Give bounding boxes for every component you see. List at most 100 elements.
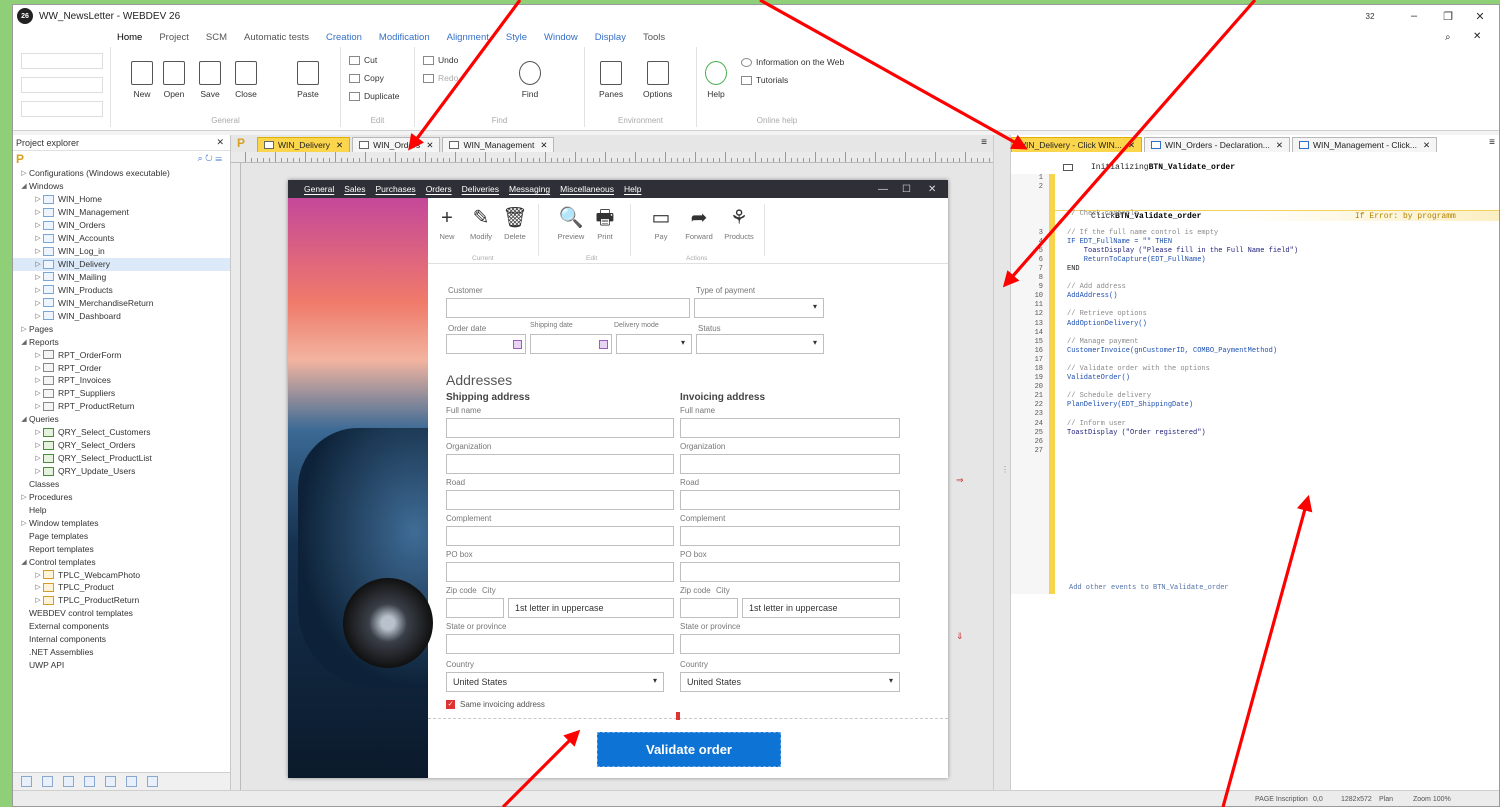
tree-item[interactable]: ◢ Control templates: [13, 555, 230, 568]
tree-item[interactable]: ▷ WIN_Accounts: [13, 232, 230, 245]
code-line[interactable]: // Manage payment: [1067, 338, 1298, 347]
form-close-icon[interactable]: ✕: [928, 180, 936, 198]
code-line[interactable]: ToastDisplay ("Order registered"): [1067, 429, 1298, 438]
new-button[interactable]: New: [131, 61, 153, 99]
close-doc-button[interactable]: Close: [235, 61, 257, 99]
invoicing-organization-field[interactable]: [680, 454, 900, 474]
toolbar-products-button[interactable]: ⚘ Products: [722, 204, 756, 241]
code-line[interactable]: ReturnToCapture(EDT_FullName): [1067, 256, 1298, 265]
expand-arrow-icon[interactable]: ▷: [33, 286, 43, 294]
expand-arrow-icon[interactable]: ▷: [33, 221, 43, 229]
tree-item[interactable]: .NET Assemblies: [13, 646, 230, 659]
tab-close-icon[interactable]: ✕: [1423, 140, 1430, 151]
tab-close-icon[interactable]: ✕: [1276, 140, 1283, 151]
tab-close-icon[interactable]: ✕: [426, 140, 433, 151]
expand-arrow-icon[interactable]: ▷: [33, 571, 43, 579]
tree-item[interactable]: ▷ WIN_Log_in: [13, 245, 230, 258]
panes-button[interactable]: Panes: [599, 61, 623, 99]
tree-item[interactable]: ▷ TPLC_ProductReturn: [13, 594, 230, 607]
form-menu-purchases[interactable]: Purchases: [376, 184, 416, 194]
expand-arrow-icon[interactable]: ▷: [33, 389, 43, 397]
code-line[interactable]: AddOptionDelivery(): [1067, 320, 1298, 329]
expand-arrow-icon[interactable]: ▷: [33, 195, 43, 203]
ribbon-tab-automatic-tests[interactable]: Automatic tests: [244, 32, 309, 43]
undo-button[interactable]: Undo: [423, 55, 458, 65]
code-line[interactable]: CustomerInvoice(gnCustomerID, COMBO_Paym…: [1067, 347, 1298, 356]
paste-button[interactable]: Paste: [297, 61, 319, 99]
status-combo[interactable]: [696, 334, 824, 354]
code-line[interactable]: [1067, 201, 1298, 210]
tree-item[interactable]: External components: [13, 620, 230, 633]
ribbon-tab-creation[interactable]: Creation: [326, 32, 362, 43]
form-maximize-icon[interactable]: ☐: [902, 180, 911, 198]
tree-item[interactable]: ▷ WIN_Mailing: [13, 271, 230, 284]
options-button[interactable]: Options: [643, 61, 672, 99]
quick-new-icon[interactable]: [21, 53, 103, 69]
tutorials-button[interactable]: Tutorials: [741, 75, 788, 85]
tree-item[interactable]: ▷ RPT_ProductReturn: [13, 400, 230, 413]
code-line[interactable]: // Retrieve options: [1067, 310, 1298, 319]
tree-item[interactable]: ▷ Procedures: [13, 490, 230, 503]
search-icon[interactable]: ⌕: [1445, 32, 1451, 43]
bottom-tool-icon[interactable]: [105, 776, 116, 787]
ribbon-tab-scm[interactable]: SCM: [206, 32, 227, 43]
designer-tab-win-management[interactable]: WIN_Management ✕: [442, 137, 555, 152]
expanded-arrow-icon[interactable]: ◢: [19, 338, 29, 346]
tree-item[interactable]: ▷ RPT_Order: [13, 361, 230, 374]
quick-window-icon[interactable]: [21, 77, 103, 93]
shipping-organization-field[interactable]: [446, 454, 674, 474]
bottom-tool-icon[interactable]: [84, 776, 95, 787]
undo-redo-icon[interactable]: [21, 101, 103, 117]
code-menu-icon[interactable]: ≡: [1489, 137, 1495, 148]
ribbon-tab-window[interactable]: Window: [544, 32, 578, 43]
tree-item[interactable]: ▷ WIN_Products: [13, 283, 230, 296]
code-line[interactable]: ValidateOrder(): [1067, 374, 1298, 383]
expand-arrow-icon[interactable]: ▷: [33, 364, 43, 372]
tree-item[interactable]: ▷ Window templates: [13, 516, 230, 529]
code-line[interactable]: // Schedule delivery: [1067, 392, 1298, 401]
toolbar-pay-button[interactable]: ▭ Pay: [644, 204, 678, 241]
close-ribbon-icon[interactable]: ✕: [1473, 31, 1481, 42]
explorer-close-icon[interactable]: ✕: [216, 137, 224, 148]
ribbon-tab-tools[interactable]: Tools: [643, 32, 665, 43]
expand-arrow-icon[interactable]: ▷: [33, 299, 43, 307]
toolbar-print-button[interactable]: 🖶 Print: [588, 204, 622, 241]
code-line[interactable]: IF EDT_FullName = "" THEN: [1067, 238, 1298, 247]
toolbar-delete-button[interactable]: 🗑 Delete: [498, 204, 532, 241]
shipping-complement-field[interactable]: [446, 526, 674, 546]
designer-tab-win-orders[interactable]: WIN_Orders ✕: [352, 137, 441, 152]
expand-arrow-icon[interactable]: ▷: [33, 596, 43, 604]
shipping-country-combo[interactable]: United States: [446, 672, 664, 692]
expand-arrow-icon[interactable]: ▷: [33, 312, 43, 320]
expand-arrow-icon[interactable]: ▷: [33, 208, 43, 216]
code-line[interactable]: // If the full name control is empty: [1067, 229, 1298, 238]
expand-arrow-icon[interactable]: ▷: [19, 493, 29, 501]
find-button[interactable]: Find: [519, 61, 541, 99]
invoicing-zip-field[interactable]: [680, 598, 738, 618]
tree-item[interactable]: UWP API: [13, 659, 230, 672]
calendar-icon[interactable]: [513, 340, 522, 349]
same-invoicing-checkbox[interactable]: ✓: [446, 700, 455, 709]
shipping-city-field[interactable]: 1st letter in uppercase: [508, 598, 674, 618]
ribbon-tab-display[interactable]: Display: [595, 32, 626, 43]
tree-item[interactable]: ▷ TPLC_WebcamPhoto: [13, 568, 230, 581]
restore-button[interactable]: ❐: [1431, 5, 1465, 27]
ribbon-tab-home[interactable]: Home: [117, 32, 142, 43]
tree-item[interactable]: ▷ QRY_Select_ProductList: [13, 452, 230, 465]
expand-arrow-icon[interactable]: ▷: [33, 454, 43, 462]
code-tab[interactable]: WIN_Orders - Declaration... ✕: [1144, 137, 1291, 152]
expand-arrow-icon[interactable]: ▷: [33, 402, 43, 410]
bottom-tool-icon[interactable]: [147, 776, 158, 787]
shipping-state-field[interactable]: [446, 634, 674, 654]
invoicing-po-box-field[interactable]: [680, 562, 900, 582]
expand-arrow-icon[interactable]: ▷: [33, 376, 43, 384]
cut-button[interactable]: Cut: [349, 55, 377, 65]
code-text[interactable]: // Check controls // If the full name con…: [1067, 174, 1298, 456]
tree-item[interactable]: WEBDEV control templates: [13, 607, 230, 620]
tree-item[interactable]: Help: [13, 503, 230, 516]
open-button[interactable]: Open: [163, 61, 185, 99]
calendar-icon[interactable]: [599, 340, 608, 349]
expand-arrow-icon[interactable]: ▷: [33, 273, 43, 281]
close-button[interactable]: ✕: [1463, 5, 1497, 27]
tree-item[interactable]: ▷ RPT_Suppliers: [13, 387, 230, 400]
